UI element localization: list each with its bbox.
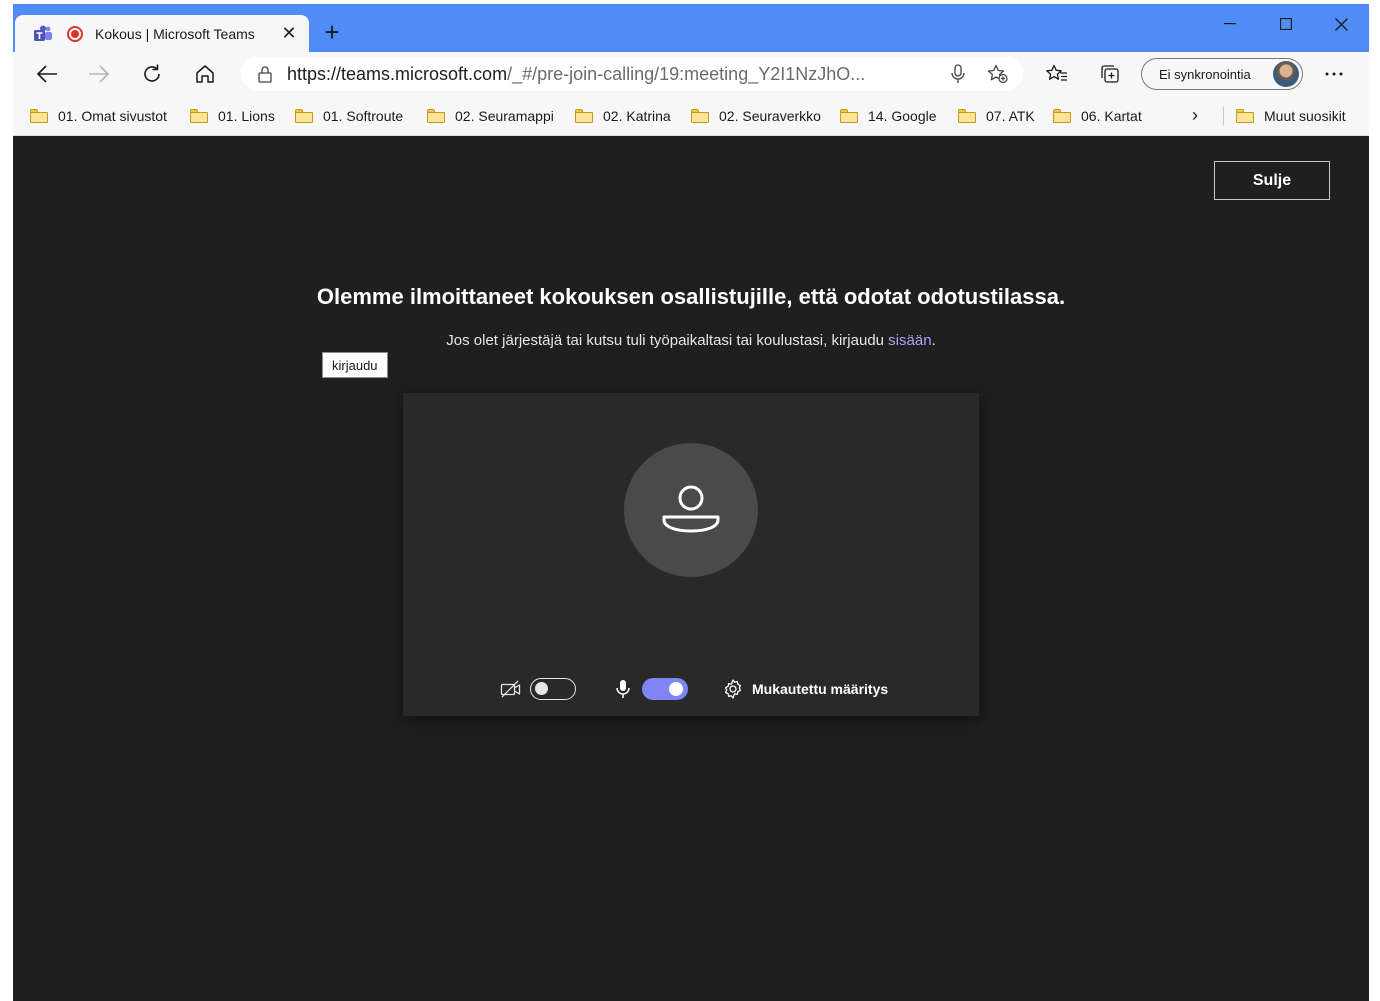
folder-icon [427, 109, 445, 123]
close-button[interactable]: Sulje [1214, 161, 1330, 200]
page-title: Olemme ilmoittaneet kokouksen osallistuj… [316, 284, 1066, 309]
microphone-toggle[interactable] [642, 678, 688, 700]
gear-icon [724, 679, 742, 699]
folder-icon [1053, 109, 1071, 123]
teams-icon [33, 24, 53, 44]
camera-toggle[interactable] [530, 678, 576, 700]
new-tab-icon[interactable]: + [319, 19, 345, 46]
bookmark-folder[interactable]: 07. ATK [958, 105, 1035, 127]
bookmark-label: 01. Omat sivustot [58, 108, 167, 124]
back-icon[interactable] [31, 59, 63, 89]
chevron-right-icon[interactable]: › [1192, 105, 1198, 126]
sign-in-hint: Jos olet järjestäjä tai kutsu tuli työpa… [13, 332, 1369, 349]
url-text[interactable]: https://teams.microsoft.com/_#/pre-join-… [287, 64, 927, 85]
address-bar[interactable]: https://teams.microsoft.com/_#/pre-join-… [241, 57, 1023, 91]
avatar [624, 443, 758, 577]
browser-toolbar: https://teams.microsoft.com/_#/pre-join-… [13, 52, 1369, 96]
bookmark-folder[interactable]: 14. Google [840, 105, 937, 127]
teams-prejoin-page: Sulje Olemme ilmoittaneet kokouksen osal… [13, 136, 1369, 1001]
folder-icon [1236, 109, 1254, 123]
bookmark-label: 02. Seuramappi [455, 108, 554, 124]
add-favorite-icon[interactable] [987, 64, 1009, 89]
camera-off-icon [500, 680, 521, 698]
device-settings-label: Mukautettu määritys [752, 681, 889, 697]
close-window-icon[interactable] [1318, 8, 1364, 40]
folder-icon [30, 109, 48, 123]
url-path: /_#/pre-join-calling/19:meeting_Y2I1NzJh… [507, 63, 866, 84]
device-settings-button[interactable]: Mukautettu määritys [722, 673, 888, 705]
sign-in-hint-end: . [931, 332, 936, 349]
bookmark-folder[interactable]: 06. Kartat [1053, 105, 1142, 127]
folder-icon [840, 109, 858, 123]
recording-icon [67, 25, 83, 42]
bookmark-label: 01. Softroute [323, 108, 404, 124]
refresh-icon[interactable] [136, 59, 168, 89]
bookmark-label: 07. ATK [986, 108, 1035, 124]
sign-in-link[interactable]: sisään [888, 332, 931, 349]
bookmarks-divider [1223, 107, 1224, 125]
microphone-icon[interactable] [951, 64, 965, 89]
folder-icon [295, 109, 313, 123]
url-host: https://teams.microsoft.com [287, 63, 508, 84]
title-bar: Kokous | Microsoft Teams ✕ + [13, 4, 1369, 52]
tab-title: Kokous | Microsoft Teams [95, 25, 255, 42]
folder-icon [691, 109, 709, 123]
bookmark-label: 06. Kartat [1081, 108, 1142, 124]
collections-icon[interactable] [1094, 59, 1126, 89]
bookmarks-bar: 01. Omat sivustot 01. Lions 01. Softrout… [13, 96, 1369, 136]
maximize-icon[interactable] [1263, 8, 1309, 40]
browser-tab[interactable]: Kokous | Microsoft Teams ✕ [15, 15, 309, 52]
home-icon[interactable] [189, 59, 221, 89]
browser-window: Kokous | Microsoft Teams ✕ + https://tea… [13, 4, 1369, 1001]
lock-icon[interactable] [257, 65, 275, 83]
bookmark-folder[interactable]: 02. Seuramappi [427, 105, 554, 127]
tab-close-icon[interactable]: ✕ [277, 22, 301, 46]
more-options-icon[interactable] [1318, 59, 1350, 89]
device-controls: Mukautettu määritys [403, 673, 979, 705]
camera-control [500, 673, 576, 705]
video-preview: Mukautettu määritys [403, 393, 979, 716]
bookmark-folder[interactable]: 01. Omat sivustot [30, 105, 167, 127]
person-icon [662, 485, 720, 533]
favorites-icon[interactable] [1041, 59, 1073, 89]
folder-icon [190, 109, 208, 123]
minimize-icon[interactable] [1207, 8, 1253, 40]
bookmark-label: 02. Katrina [603, 108, 671, 124]
bookmark-folder[interactable]: 01. Softroute [295, 105, 403, 127]
tooltip: kirjaudu [322, 352, 388, 378]
microphone-control [616, 673, 688, 705]
bookmark-label: 14. Google [868, 108, 937, 124]
profile-label: Ei synkronointia [1159, 66, 1251, 82]
sign-in-hint-text: Jos olet järjestäjä tai kutsu tuli työpa… [446, 332, 889, 349]
bookmark-label: Muut suosikit [1264, 108, 1346, 124]
microphone-icon [616, 680, 630, 698]
profile-button[interactable]: Ei synkronointia [1141, 58, 1303, 90]
bookmark-label: 01. Lions [218, 108, 275, 124]
bookmark-folder[interactable]: 02. Katrina [575, 105, 671, 127]
forward-icon[interactable] [83, 59, 115, 89]
other-bookmarks[interactable]: Muut suosikit [1236, 105, 1346, 127]
bookmark-folder[interactable]: 02. Seuraverkko [691, 105, 821, 127]
avatar [1273, 61, 1299, 87]
folder-icon [958, 109, 976, 123]
folder-icon [575, 109, 593, 123]
bookmark-label: 02. Seuraverkko [719, 108, 821, 124]
bookmark-folder[interactable]: 01. Lions [190, 105, 275, 127]
